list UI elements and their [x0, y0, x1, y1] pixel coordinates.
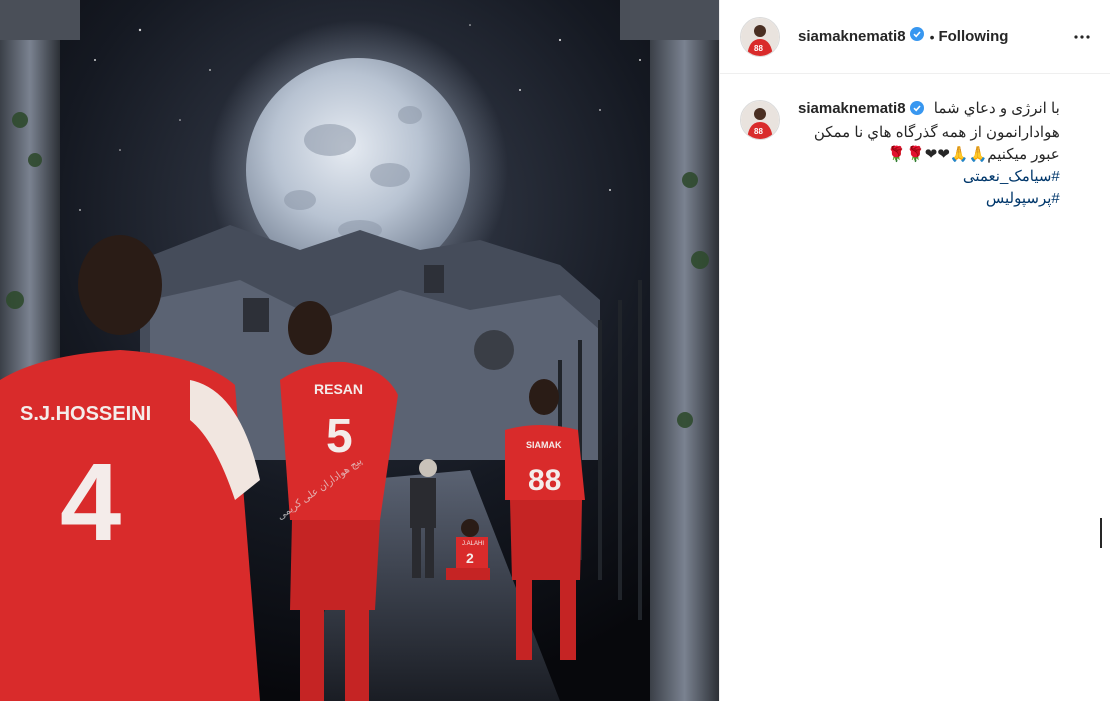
verified-badge-icon: [909, 27, 924, 46]
svg-text:88: 88: [754, 44, 763, 53]
jersey-number-1: 4: [60, 441, 121, 564]
caption-line-3: عبور میکنیم🙏🙏❤❤🌹🌹: [887, 146, 1060, 163]
post-image[interactable]: S.J.HOSSEINI 4 RESAN 5 پیج هواداران علی …: [0, 0, 719, 701]
header-username[interactable]: siamaknemati8: [798, 28, 906, 45]
caption-comment: 88 siamaknemati8 با انرژی و دعاي شما هوا…: [720, 74, 1110, 210]
post-header: 88 siamaknemati8 • Following: [720, 0, 1110, 74]
separator-dot: •: [929, 28, 935, 45]
avatar[interactable]: 88: [740, 16, 780, 57]
caption-avatar[interactable]: 88: [740, 100, 780, 140]
hashtag-link[interactable]: #پرسپولیس: [798, 188, 1060, 210]
caption-username[interactable]: siamaknemati8: [798, 100, 906, 117]
jersey-name-4: J.ALAHI: [462, 541, 484, 547]
svg-text:88: 88: [754, 127, 763, 136]
hashtag-link[interactable]: #سیامک_نعمتی: [798, 166, 1060, 188]
following-button[interactable]: Following: [938, 28, 1008, 45]
more-options-icon[interactable]: [1070, 25, 1094, 49]
caption-line-1: با انرژی و دعاي شما: [933, 100, 1060, 117]
post-artwork: S.J.HOSSEINI 4 RESAN 5 پیج هواداران علی …: [0, 0, 719, 701]
instagram-post-view: S.J.HOSSEINI 4 RESAN 5 پیج هواداران علی …: [0, 0, 1110, 701]
jersey-number-2: 5: [326, 410, 353, 463]
caption-body: siamaknemati8 با انرژی و دعاي شما هوادار…: [798, 98, 1060, 210]
verified-badge-icon: [909, 100, 924, 122]
jersey-name-1: S.J.HOSSEINI: [20, 403, 151, 425]
jersey-number-3: 88: [528, 464, 561, 497]
jersey-name-3: SIAMAK: [526, 440, 562, 450]
text-cursor: [1100, 518, 1102, 548]
post-sidebar: 88 siamaknemati8 • Following 88 siamakne…: [719, 0, 1110, 701]
jersey-number-4: 2: [466, 550, 474, 566]
jersey-name-2: RESAN: [314, 381, 363, 397]
caption-line-2: هوادارانمون از همه گذرگاه هاي نا ممکن: [813, 124, 1060, 141]
